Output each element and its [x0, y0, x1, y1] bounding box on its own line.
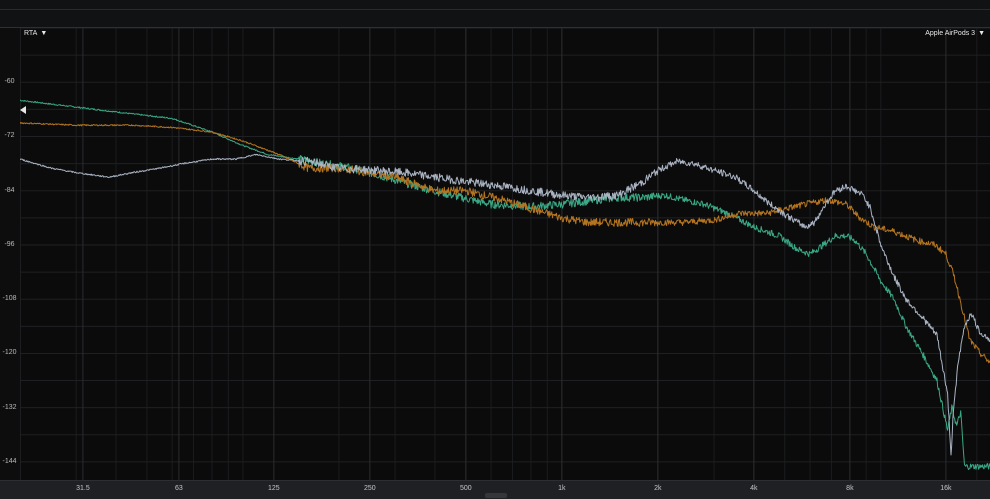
horizontal-scroll-thumb[interactable]: [485, 493, 507, 498]
x-tick-label: 63: [175, 485, 183, 492]
x-tick-label: 2k: [654, 485, 662, 492]
level-marker-handle[interactable]: [20, 106, 26, 114]
x-tick-label: 31.5: [76, 485, 90, 492]
y-tick-label: -84: [4, 186, 15, 194]
top-toolbar: [0, 0, 990, 28]
y-tick-label: -72: [4, 132, 15, 140]
device-dropdown[interactable]: Apple AirPods 3 ▼: [925, 30, 985, 37]
triangle-down-icon: ▼: [40, 30, 48, 37]
series-line-1: [20, 99, 990, 471]
y-tick-label: -108: [2, 295, 17, 303]
device-label: Apple AirPods 3: [925, 30, 976, 37]
x-tick-label: 1k: [558, 485, 566, 492]
x-tick-label: 8k: [846, 485, 854, 492]
x-tick-label: 4k: [750, 485, 758, 492]
x-tick-label: 125: [267, 485, 280, 492]
y-axis: -60 -72 -84 -96 -108 -120 -132 -144: [0, 28, 21, 480]
x-tick-label: 250: [363, 485, 376, 492]
rta-plot-area[interactable]: [20, 28, 990, 480]
x-tick-label: 16k: [940, 485, 952, 492]
rta-mode-dropdown[interactable]: RTA ▼: [24, 30, 47, 37]
x-tick-label: 500: [460, 485, 472, 492]
x-axis: 31.5 63 125 250 500 1k 2k 4k 8k 16k: [0, 480, 990, 499]
y-tick-label: -132: [2, 403, 17, 411]
y-tick-label: -60: [4, 78, 15, 86]
y-tick-label: -144: [2, 457, 17, 465]
y-tick-label: -96: [4, 240, 15, 248]
rta-mode-label: RTA: [24, 30, 38, 37]
triangle-down-icon: ▼: [978, 30, 985, 37]
toolbar-divider: [0, 9, 990, 10]
y-tick-label: -120: [2, 349, 17, 357]
rta-chart: [20, 28, 990, 480]
